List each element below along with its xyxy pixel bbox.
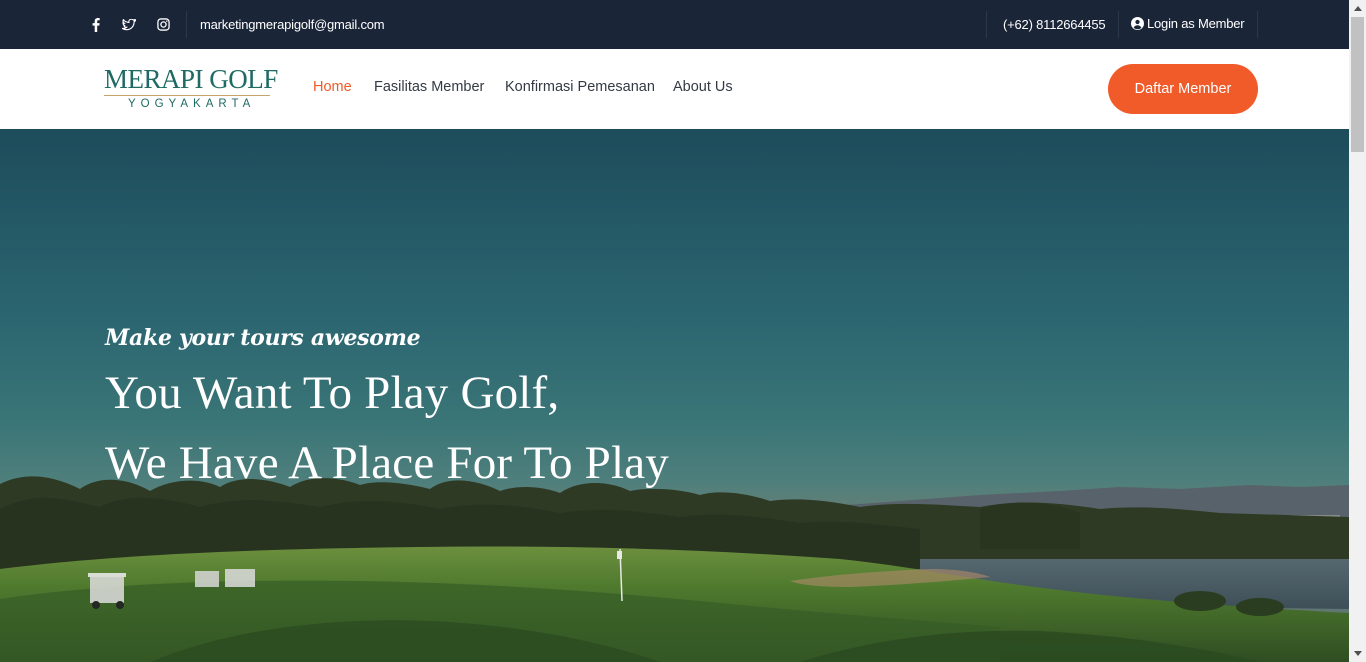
hero-title-line1: You Want To Play Golf, — [105, 367, 560, 419]
scroll-thumb[interactable] — [1351, 17, 1364, 152]
page-scrollbar[interactable] — [1349, 0, 1366, 662]
nav-konfirmasi-pemesanan[interactable]: Konfirmasi Pemesanan — [505, 79, 655, 95]
nav-home[interactable]: Home — [313, 79, 352, 95]
main-navbar: MERAPI GOLF YOGYAKARTA Home Fasilitas Me… — [0, 49, 1349, 129]
hero-title-line2: We Have A Place For To Play — [105, 437, 669, 489]
nav-fasilitas-member[interactable]: Fasilitas Member — [374, 79, 484, 95]
nav-about-us[interactable]: About Us — [673, 79, 733, 95]
logo-sub-text: YOGYAKARTA — [128, 98, 256, 110]
login-label: Login as Member — [1147, 16, 1245, 31]
merapi-golf-logo[interactable]: MERAPI GOLF YOGYAKARTA — [104, 64, 278, 116]
divider — [1257, 11, 1258, 38]
twitter-icon[interactable] — [119, 0, 139, 49]
divider — [986, 11, 987, 38]
facebook-icon[interactable] — [86, 0, 106, 49]
hero-tagline: Make your tours awesome — [105, 325, 421, 351]
instagram-icon[interactable] — [153, 0, 173, 49]
login-as-member-link[interactable]: Login as Member — [1131, 16, 1245, 31]
scroll-down-arrow-icon[interactable] — [1349, 645, 1366, 662]
logo-main-text: MERAPI GOLF — [104, 64, 278, 94]
top-bar: marketingmerapigolf@gmail.com (+62) 8112… — [0, 0, 1349, 49]
email-link[interactable]: marketingmerapigolf@gmail.com — [200, 17, 385, 32]
phone-number: (+62) 8112664455 — [1003, 17, 1106, 32]
logo-divider — [104, 95, 270, 96]
divider — [1118, 11, 1119, 38]
divider — [186, 11, 187, 38]
scroll-up-arrow-icon[interactable] — [1349, 0, 1366, 17]
user-circle-icon — [1131, 17, 1144, 30]
hero-banner: Make your tours awesome You Want To Play… — [0, 129, 1349, 662]
daftar-member-button[interactable]: Daftar Member — [1108, 64, 1258, 114]
